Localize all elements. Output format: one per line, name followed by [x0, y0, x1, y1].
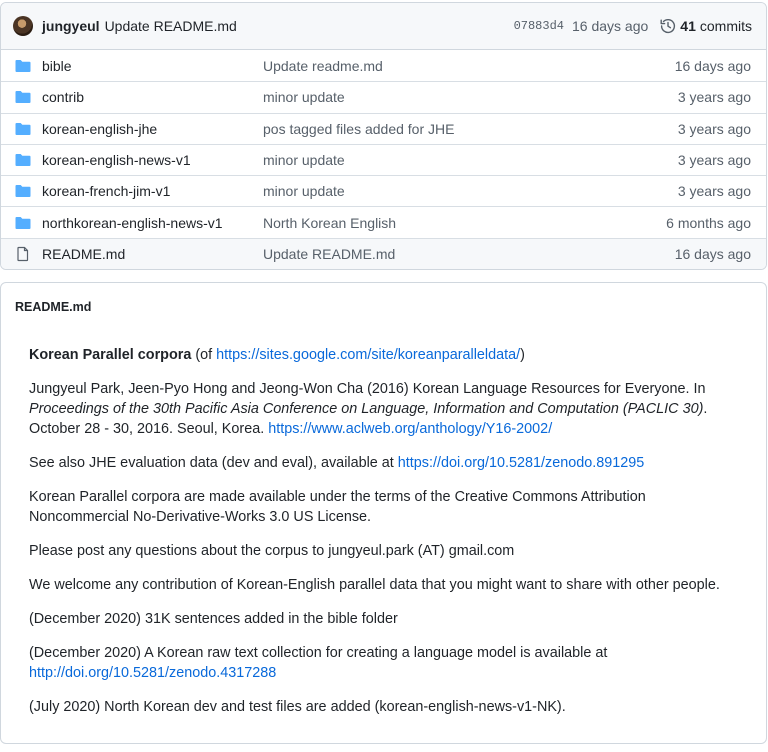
readme-paragraph: Korean Parallel corpora (of https://site…	[29, 345, 738, 365]
readme-text: )	[520, 347, 525, 363]
folder-icon	[15, 215, 31, 231]
file-name-link[interactable]: korean-french-jim-v1	[42, 183, 263, 199]
readme-paragraph: Korean Parallel corpora are made availab…	[29, 489, 646, 525]
file-age: 3 years ago	[677, 152, 751, 169]
folder-icon	[15, 89, 31, 105]
commit-message-link[interactable]: Update README.md	[105, 18, 237, 34]
file-age: 16 days ago	[674, 245, 751, 262]
readme-paragraph: Jungyeul Park, Jeen-Pyo Hong and Jeong-W…	[29, 379, 738, 439]
file-row[interactable]: README.md Update README.md 16 days ago	[1, 237, 766, 269]
file-age: 6 months ago	[666, 214, 751, 231]
readme-text: Jungyeul Park, Jeen-Pyo Hong and Jeong-W…	[29, 381, 706, 397]
file-name-link[interactable]: README.md	[42, 246, 263, 262]
file-row[interactable]: northkorean-english-news-v1 North Korean …	[1, 206, 766, 237]
readme-content: Korean Parallel corpora (of https://site…	[1, 331, 766, 717]
readme-text: See also JHE evaluation data (dev and ev…	[29, 455, 398, 471]
readme-heading: Korean Parallel corpora	[29, 347, 192, 363]
readme-text: (December 2020) A Korean raw text collec…	[29, 645, 608, 661]
zenodo-raw-text-link[interactable]: http://doi.org/10.5281/zenodo.4317288	[29, 665, 276, 681]
file-commit-link[interactable]: minor update	[263, 183, 678, 199]
file-commit-link[interactable]: minor update	[263, 152, 678, 168]
avatar[interactable]	[13, 16, 33, 36]
folder-icon	[15, 152, 31, 168]
file-list: bible Update readme.md 16 days ago contrib m…	[1, 50, 766, 269]
file-name-link[interactable]: contrib	[42, 89, 263, 105]
commits-history-link[interactable]: 41 commits	[660, 18, 752, 34]
folder-icon	[15, 183, 31, 199]
folder-icon	[15, 121, 31, 137]
file-row[interactable]: contrib minor update 3 years ago	[1, 81, 766, 112]
readme-paragraph: Please post any questions about the corp…	[29, 543, 515, 559]
history-icon	[660, 19, 676, 34]
commit-author-link[interactable]: jungyeul	[42, 18, 100, 34]
file-commit-link[interactable]: minor update	[263, 89, 678, 105]
readme-text: (of	[191, 347, 217, 363]
file-name-link[interactable]: korean-english-news-v1	[42, 152, 263, 168]
file-row[interactable]: korean-english-news-v1 minor update 3 year…	[1, 143, 766, 175]
file-icon	[15, 246, 31, 262]
source-link[interactable]: https://sites.google.com/site/koreanpara…	[216, 347, 520, 363]
citation-venue: Proceedings of the 30th Pacific Asia Con…	[29, 401, 704, 417]
readme-paragraph: See also JHE evaluation data (dev and ev…	[29, 453, 738, 473]
file-age: 3 years ago	[677, 89, 751, 106]
file-age: 3 years ago	[677, 120, 751, 137]
file-name-link[interactable]: bible	[42, 58, 263, 74]
zenodo-jhe-link[interactable]: https://doi.org/10.5281/zenodo.891295	[398, 455, 644, 471]
file-row[interactable]: korean-english-jhe pos tagged files added…	[1, 112, 766, 144]
file-commit-link[interactable]: North Korean English	[263, 215, 666, 231]
acl-anthology-link[interactable]: https://www.aclweb.org/anthology/Y16-200…	[268, 421, 552, 437]
readme-title: README.md	[15, 300, 92, 314]
file-name-link[interactable]: northkorean-english-news-v1	[42, 215, 263, 231]
commits-label: commits	[699, 18, 752, 34]
file-commit-link[interactable]: Update readme.md	[263, 58, 675, 74]
file-commit-link[interactable]: pos tagged files added for JHE	[263, 121, 678, 137]
readme-paragraph: (July 2020) North Korean dev and test fi…	[29, 699, 566, 715]
readme-paragraph: (December 2020) 31K sentences added in t…	[29, 611, 398, 627]
commit-sha-link[interactable]: 07883d4	[514, 19, 564, 33]
readme-paragraph: We welcome any contribution of Korean-En…	[29, 577, 720, 593]
latest-commit-bar: jungyeul Update README.md 07883d4 16 day…	[1, 3, 766, 50]
folder-icon	[15, 58, 31, 74]
file-age: 3 years ago	[677, 183, 751, 200]
file-row[interactable]: bible Update readme.md 16 days ago	[1, 50, 766, 81]
commit-age: 16 days ago	[572, 18, 649, 34]
file-browser: jungyeul Update README.md 07883d4 16 day…	[0, 2, 767, 270]
file-commit-link[interactable]: Update README.md	[263, 246, 675, 262]
commits-count: 41	[680, 18, 696, 34]
file-row[interactable]: korean-french-jim-v1 minor update 3 years …	[1, 175, 766, 206]
readme-panel: README.md Korean Parallel corpora (of ht…	[0, 282, 767, 744]
readme-paragraph: (December 2020) A Korean raw text collec…	[29, 643, 738, 683]
file-age: 16 days ago	[674, 57, 751, 74]
file-name-link[interactable]: korean-english-jhe	[42, 121, 263, 137]
